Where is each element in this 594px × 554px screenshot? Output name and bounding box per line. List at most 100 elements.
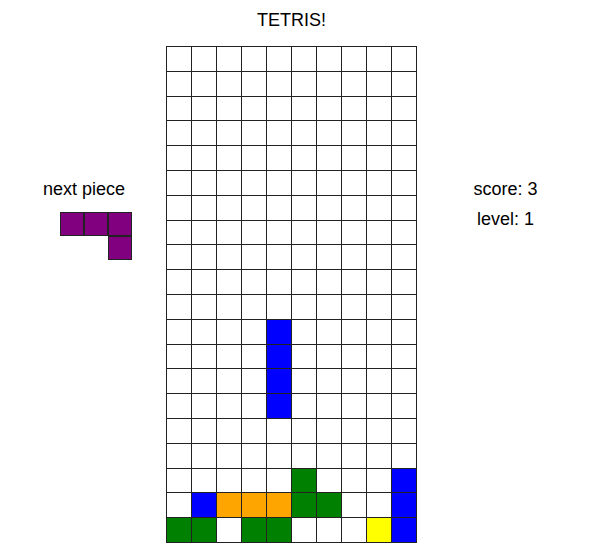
board-cell <box>392 419 416 443</box>
board-cell <box>167 493 191 517</box>
board-cell <box>342 171 366 195</box>
board-cell <box>317 245 341 269</box>
board-cell <box>392 493 416 517</box>
board-cell <box>242 97 266 121</box>
board-cell <box>267 221 291 245</box>
board-cell <box>192 171 216 195</box>
board-cell <box>267 196 291 220</box>
board-cell <box>217 171 241 195</box>
board-cell <box>242 518 266 542</box>
board-cell <box>342 444 366 468</box>
board-cell <box>342 47 366 71</box>
board-cell <box>367 121 391 145</box>
board-cell <box>392 320 416 344</box>
board-cell <box>367 345 391 369</box>
board-cell <box>267 394 291 418</box>
board-cell <box>392 47 416 71</box>
game-board[interactable] <box>166 46 417 543</box>
tetris-screen: next pieceTETRIS!score: 3level: 1 <box>0 0 594 554</box>
board-cell <box>392 444 416 468</box>
board-cell <box>317 469 341 493</box>
board-cell <box>342 97 366 121</box>
piece-cell <box>60 212 84 236</box>
board-cell <box>342 221 366 245</box>
board-cell <box>292 345 316 369</box>
board-cell <box>217 369 241 393</box>
board-cell <box>267 469 291 493</box>
board-cell <box>192 295 216 319</box>
score-label: score: 3 <box>473 178 537 200</box>
board-cell <box>392 394 416 418</box>
board-cell <box>242 270 266 294</box>
board-cell <box>392 369 416 393</box>
board-cell <box>242 146 266 170</box>
board-cell <box>217 444 241 468</box>
board-cell <box>167 345 191 369</box>
board-cell <box>367 146 391 170</box>
board-cell <box>192 221 216 245</box>
piece-cell <box>84 212 108 236</box>
board-cell <box>342 196 366 220</box>
board-cell <box>267 444 291 468</box>
board-cell <box>292 245 316 269</box>
board-cell <box>267 369 291 393</box>
board-cell <box>342 369 366 393</box>
board-cell <box>292 469 316 493</box>
board-cell <box>217 518 241 542</box>
board-cell <box>292 171 316 195</box>
board-cell <box>317 47 341 71</box>
level-label: level: 1 <box>477 208 534 230</box>
piece-cell <box>84 236 108 260</box>
board-cell <box>192 196 216 220</box>
board-cell <box>267 345 291 369</box>
board-cell <box>242 419 266 443</box>
board-cell <box>292 493 316 517</box>
board-cell <box>267 72 291 96</box>
board-cell <box>392 72 416 96</box>
board-cell <box>342 518 366 542</box>
board-cell <box>292 295 316 319</box>
board-cell <box>242 72 266 96</box>
board-cell <box>192 518 216 542</box>
board-cell <box>217 47 241 71</box>
board-cell <box>167 47 191 71</box>
board-cell <box>317 345 341 369</box>
board-cell <box>192 369 216 393</box>
board-cell <box>242 295 266 319</box>
board-cell <box>267 270 291 294</box>
board-cell <box>267 419 291 443</box>
board-cell <box>367 469 391 493</box>
board-cell <box>242 469 266 493</box>
board-cell <box>217 469 241 493</box>
board-cell <box>392 97 416 121</box>
board-cell <box>367 419 391 443</box>
board-cell <box>342 245 366 269</box>
board-cell <box>367 444 391 468</box>
board-cell <box>292 444 316 468</box>
board-cell <box>167 146 191 170</box>
board-cell <box>367 245 391 269</box>
board-cell <box>317 121 341 145</box>
board-cell <box>342 146 366 170</box>
board-cell <box>367 369 391 393</box>
board-cell <box>167 295 191 319</box>
board-cell <box>292 72 316 96</box>
board-cell <box>367 518 391 542</box>
board-cell <box>367 196 391 220</box>
board-cell <box>392 345 416 369</box>
board-cell <box>242 369 266 393</box>
board-cell <box>367 47 391 71</box>
board-cell <box>242 394 266 418</box>
board-cell <box>392 121 416 145</box>
board-cell <box>392 469 416 493</box>
board-cell <box>292 369 316 393</box>
board-cell <box>292 320 316 344</box>
board-cell <box>167 320 191 344</box>
board-cell <box>167 196 191 220</box>
board-cell <box>342 270 366 294</box>
board-cell <box>292 419 316 443</box>
board-cell <box>267 121 291 145</box>
board-cell <box>317 146 341 170</box>
board-cell <box>167 221 191 245</box>
board-cell <box>217 419 241 443</box>
